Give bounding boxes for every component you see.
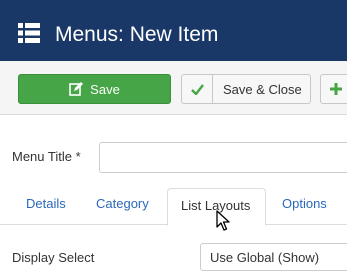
menu-title-label: Menu Title * bbox=[12, 149, 81, 164]
save-button[interactable]: Save bbox=[18, 74, 171, 104]
tab-category[interactable]: Category bbox=[96, 196, 149, 211]
save-close-icon-box bbox=[182, 75, 213, 103]
tab-bar: Details Category List Layouts Options bbox=[0, 188, 347, 226]
list-icon bbox=[18, 23, 40, 43]
page-title: Menus: New Item bbox=[55, 23, 219, 46]
tab-options[interactable]: Options bbox=[282, 196, 327, 211]
save-button-label: Save bbox=[90, 81, 120, 97]
page-header: Menus: New Item bbox=[0, 0, 347, 61]
check-icon bbox=[190, 83, 204, 95]
tab-details[interactable]: Details bbox=[26, 196, 66, 211]
display-select[interactable]: Use Global (Show) bbox=[200, 243, 347, 271]
plus-icon-box bbox=[321, 75, 347, 103]
save-close-button[interactable]: Save & Close bbox=[181, 74, 311, 104]
save-close-button-label: Save & Close bbox=[223, 81, 302, 97]
plus-icon bbox=[330, 83, 342, 95]
menu-title-input[interactable] bbox=[99, 142, 347, 173]
edit-icon bbox=[69, 82, 84, 96]
mouse-cursor-icon bbox=[216, 210, 230, 231]
toolbar: Save Save & Close bbox=[0, 61, 347, 115]
save-new-button[interactable] bbox=[320, 74, 347, 104]
display-select-label: Display Select bbox=[12, 250, 95, 265]
